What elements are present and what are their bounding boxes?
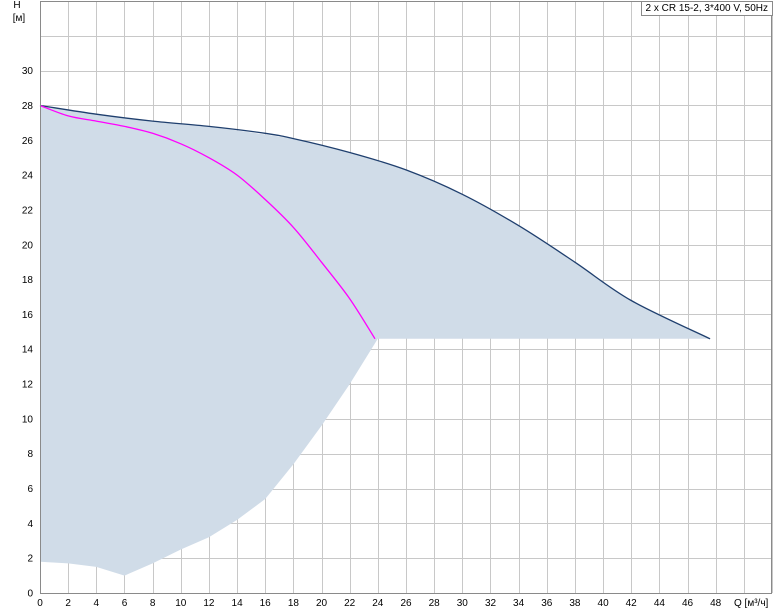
y-tick-label: 8 — [27, 449, 33, 460]
x-tick-label: 4 — [94, 598, 100, 609]
y-tick-label: 2 — [27, 554, 33, 565]
y-tick-label: 30 — [22, 66, 34, 77]
x-tick-label: 46 — [682, 598, 694, 609]
operating-area — [40, 105, 711, 576]
y-tick-label: 0 — [27, 589, 33, 600]
x-tick-label: 6 — [122, 598, 128, 609]
y-tick-label: 26 — [22, 136, 34, 147]
y-tick-label: 16 — [22, 310, 34, 321]
x-axis-ticks: 0 2 4 6 8 10 12 14 16 18 20 22 24 26 28 30 32 34 36 38 40 42 4… — [37, 598, 721, 609]
x-tick-label: 2 — [65, 598, 71, 609]
x-tick-label: 48 — [710, 598, 722, 609]
x-tick-label: 16 — [260, 598, 272, 609]
x-tick-label: 32 — [485, 598, 497, 609]
y-tick-label: 6 — [27, 484, 33, 495]
x-tick-label: 36 — [541, 598, 553, 609]
y-tick-label: 20 — [22, 240, 34, 251]
y-axis-ticks: 024681012141618202224262830 — [22, 66, 34, 599]
y-tick-label: 24 — [22, 171, 34, 182]
y-tick-label: 14 — [22, 345, 34, 356]
x-tick-label: 14 — [232, 598, 244, 609]
x-tick-label: 0 — [37, 598, 43, 609]
x-tick-label: 40 — [598, 598, 610, 609]
y-tick-label: 10 — [22, 414, 34, 425]
x-tick-label: 26 — [400, 598, 412, 609]
x-tick-label: 10 — [175, 598, 187, 609]
x-tick-label: 24 — [372, 598, 384, 609]
y-tick-label: 4 — [27, 519, 33, 530]
x-tick-label: 22 — [344, 598, 356, 609]
y-tick-label: 18 — [22, 275, 34, 286]
y-axis-unit: [м] — [13, 13, 26, 24]
x-tick-label: 20 — [316, 598, 328, 609]
chart-title: 2 x CR 15-2, 3*400 V, 50Hz — [640, 1, 773, 16]
x-tick-label: 38 — [569, 598, 581, 609]
y-axis-label: H — [13, 0, 20, 11]
x-tick-label: 34 — [513, 598, 525, 609]
x-tick-label: 42 — [626, 598, 638, 609]
y-tick-label: 22 — [22, 205, 34, 216]
y-tick-label: 28 — [22, 101, 34, 112]
y-tick-label: 12 — [22, 380, 34, 391]
x-axis-label: Q [м³/ч] — [734, 598, 769, 609]
x-tick-label: 8 — [150, 598, 156, 609]
x-tick-label: 12 — [203, 598, 215, 609]
x-tick-label: 30 — [457, 598, 469, 609]
x-tick-label: 28 — [429, 598, 441, 609]
x-tick-label: 44 — [654, 598, 666, 609]
x-tick-label: 18 — [288, 598, 300, 609]
pump-curve-chart: 0 2 4 6 8 10 12 14 16 18 20 22 24 26 28 30 32 34 36 38 40 42 4… — [13, 0, 773, 609]
